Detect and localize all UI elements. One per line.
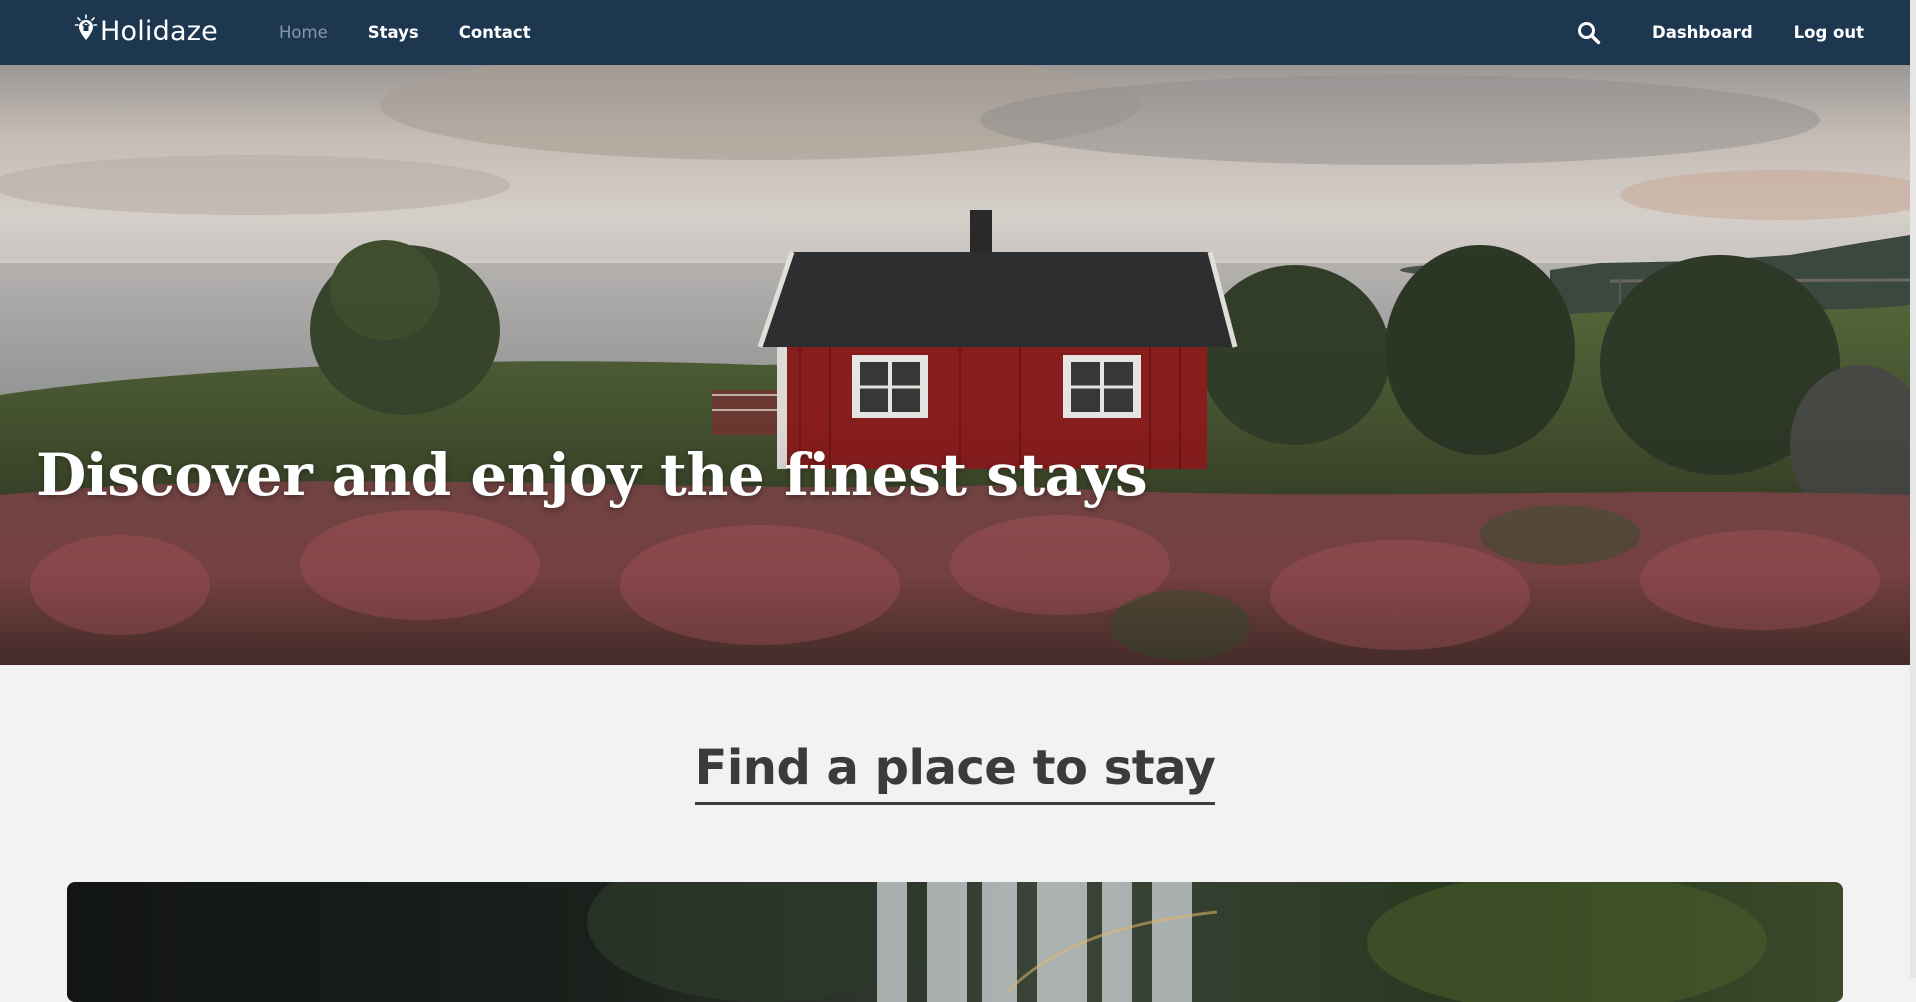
nav-link-contact[interactable]: Contact: [459, 23, 531, 42]
location-pin-icon: [74, 14, 98, 40]
featured-stay-image: [67, 882, 1843, 1002]
hero-background-image: [0, 65, 1910, 665]
page-scrollbar[interactable]: [1910, 0, 1916, 978]
section-heading-wrapper: Find a place to stay: [0, 740, 1910, 805]
nav-link-home[interactable]: Home: [279, 23, 328, 42]
featured-stay-card[interactable]: [67, 882, 1843, 1002]
top-navbar: Holidaze Home Stays Contact Dashboard Lo…: [0, 0, 1910, 65]
hero-banner: Discover and enjoy the finest stays: [0, 65, 1910, 665]
primary-nav: Home Stays Contact: [279, 0, 531, 65]
section-title: Find a place to stay: [694, 740, 1216, 805]
account-nav: Dashboard Log out: [1652, 0, 1864, 65]
brand-logo-link[interactable]: Holidaze: [74, 14, 218, 48]
search-button[interactable]: [1576, 20, 1602, 46]
brand-name: Holidaze: [100, 15, 218, 47]
logout-link[interactable]: Log out: [1794, 23, 1864, 42]
hero-title: Discover and enjoy the finest stays: [36, 441, 1148, 509]
search-icon: [1578, 22, 1601, 45]
nav-link-stays[interactable]: Stays: [368, 23, 419, 42]
nav-link-dashboard[interactable]: Dashboard: [1652, 23, 1753, 42]
